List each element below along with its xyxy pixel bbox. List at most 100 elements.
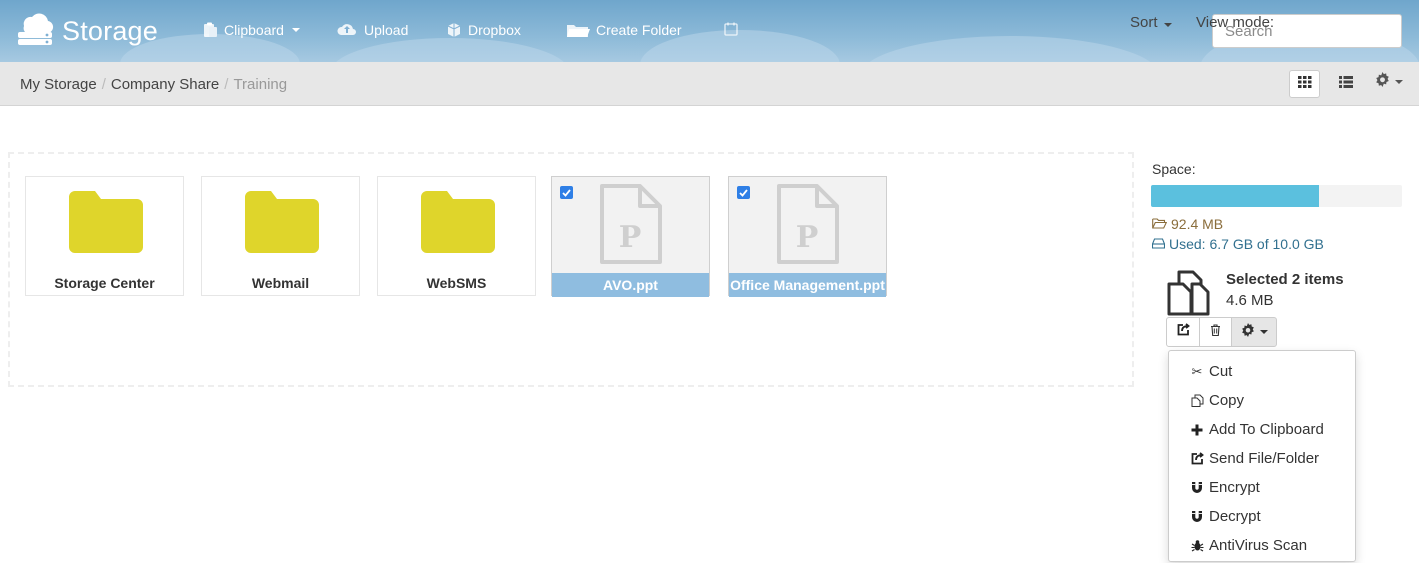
- menu-item-encrypt[interactable]: Encrypt: [1169, 473, 1355, 502]
- plus-icon: [1190, 424, 1204, 436]
- magnet-icon: [1190, 481, 1204, 494]
- breadcrumb-separator: /: [101, 76, 106, 93]
- trash-icon: [1210, 323, 1221, 341]
- selection-action-group: [1166, 317, 1277, 347]
- selection-summary-title: Selected 2 items: [1226, 271, 1344, 288]
- app-title: Storage: [62, 16, 158, 46]
- folder-icon: [421, 191, 495, 258]
- sort-dropdown[interactable]: Sort: [1130, 14, 1172, 31]
- list-view-button[interactable]: [1330, 70, 1361, 98]
- file-name: Storage Center: [54, 275, 155, 291]
- storage-used-line: Used: 6.7 GB of 10.0 GB: [1151, 236, 1324, 252]
- hard-drive-icon: [1151, 236, 1166, 252]
- list-icon: [1338, 75, 1353, 93]
- calendar-icon: [724, 22, 738, 36]
- space-usage-fill: [1151, 185, 1320, 207]
- top-navbar: Storage Clipboard Upload Dropbox Create …: [0, 0, 1419, 62]
- more-actions-dropdown-button[interactable]: [1231, 317, 1277, 347]
- menu-item-antivirus-scan[interactable]: AntiVirus Scan: [1169, 531, 1355, 560]
- upload-icon: [336, 22, 358, 38]
- view-mode-label: View mode:: [1196, 14, 1275, 31]
- selection-summary-size: 4.6 MB: [1226, 292, 1274, 309]
- file-name: Office Management.ppt: [729, 273, 886, 297]
- folder-icon: [245, 191, 319, 258]
- powerpoint-file-icon: P: [776, 183, 840, 270]
- menu-item-decrypt[interactable]: Decrypt: [1169, 502, 1355, 531]
- menu-item-label: Cut: [1209, 363, 1233, 380]
- breadcrumb-my-storage[interactable]: My Storage: [20, 76, 97, 93]
- upload-label: Upload: [364, 22, 409, 38]
- create-folder-label: Create Folder: [596, 22, 682, 38]
- menu-item-label: Copy: [1209, 392, 1245, 409]
- copy-icon: [1190, 394, 1204, 407]
- space-usage-bar: [1151, 185, 1402, 207]
- dropbox-label: Dropbox: [468, 22, 521, 38]
- chevron-down-icon: [1163, 23, 1172, 27]
- svg-text:P: P: [796, 220, 819, 255]
- create-folder-button[interactable]: Create Folder: [566, 22, 682, 38]
- dropbox-icon: [446, 22, 462, 38]
- brand-logo[interactable]: Storage: [16, 12, 158, 51]
- file-name: WebSMS: [426, 275, 487, 291]
- selection-checkbox[interactable]: [560, 186, 573, 199]
- menu-item-send-file-folder[interactable]: Send File/Folder: [1169, 444, 1355, 473]
- bug-icon: [1190, 539, 1204, 552]
- chevron-down-icon: [1395, 80, 1403, 84]
- grid-icon: [1297, 75, 1312, 93]
- dropbox-button[interactable]: Dropbox: [446, 22, 521, 38]
- menu-item-label: Add To Clipboard: [1209, 421, 1324, 438]
- chevron-down-icon: [291, 28, 300, 32]
- tool-button[interactable]: [724, 22, 738, 36]
- selection-checkbox[interactable]: [737, 186, 750, 199]
- breadcrumb-current: Training: [233, 76, 288, 93]
- folder-icon: [69, 191, 143, 258]
- file-name: AVO.ppt: [552, 273, 709, 297]
- folder-tile[interactable]: WebSMS: [377, 176, 536, 296]
- menu-item-cut[interactable]: ✂ Cut: [1169, 357, 1355, 386]
- space-label: Space:: [1152, 161, 1196, 177]
- menu-item-label: Decrypt: [1209, 508, 1261, 525]
- breadcrumb-separator: /: [224, 76, 229, 93]
- folder-tile[interactable]: Storage Center: [25, 176, 184, 296]
- menu-item-add-to-clipboard[interactable]: Add To Clipboard: [1169, 415, 1355, 444]
- cloud-decoration: [330, 38, 570, 62]
- breadcrumb-bar: My Storage / Company Share / Training: [0, 62, 1419, 106]
- file-tile[interactable]: P AVO.ppt: [551, 176, 710, 297]
- grid-view-button[interactable]: [1289, 70, 1320, 98]
- scissors-icon: ✂: [1191, 363, 1203, 379]
- storage-used-text: Used: 6.7 GB of 10.0 GB: [1169, 236, 1324, 252]
- folder-size-text: 92.4 MB: [1171, 216, 1224, 232]
- file-tile[interactable]: P Office Management.ppt: [728, 176, 887, 297]
- delete-button[interactable]: [1199, 317, 1232, 347]
- storage-cloud-icon: [16, 12, 54, 51]
- gear-icon: [1375, 72, 1390, 92]
- svg-text:P: P: [619, 220, 642, 255]
- menu-item-label: Encrypt: [1209, 479, 1260, 496]
- clipboard-label: Clipboard: [224, 22, 284, 38]
- sort-label: Sort: [1130, 14, 1158, 31]
- menu-item-label: AntiVirus Scan: [1209, 537, 1308, 554]
- clipboard-menu-button[interactable]: Clipboard: [202, 22, 300, 38]
- menu-item-label: Send File/Folder: [1209, 450, 1320, 467]
- share-icon: [1190, 452, 1204, 465]
- upload-button[interactable]: Upload: [336, 22, 408, 38]
- breadcrumb-company-share[interactable]: Company Share: [111, 76, 219, 93]
- share-icon: [1177, 323, 1190, 341]
- folder-size-line: 92.4 MB: [1152, 216, 1223, 232]
- file-name: Webmail: [251, 275, 310, 291]
- menu-item-copy[interactable]: Copy: [1169, 386, 1355, 415]
- magnet-icon: [1190, 510, 1204, 523]
- breadcrumb: My Storage / Company Share / Training: [20, 76, 287, 93]
- cloud-decoration: [860, 36, 1160, 62]
- actions-dropdown-menu: ✂ Cut Copy Add To Clipboard Send File/Fo…: [1168, 350, 1356, 562]
- chevron-down-icon: [1259, 330, 1268, 334]
- folder-open-icon: [566, 22, 590, 38]
- powerpoint-file-icon: P: [599, 183, 663, 270]
- multiple-files-icon: [1166, 270, 1216, 321]
- folder-tile[interactable]: Webmail: [201, 176, 360, 296]
- clipboard-icon: [202, 22, 218, 38]
- gear-icon: [1241, 322, 1255, 342]
- folder-open-icon: [1152, 216, 1168, 232]
- settings-dropdown-button[interactable]: [1375, 72, 1403, 92]
- send-button[interactable]: [1166, 317, 1200, 347]
